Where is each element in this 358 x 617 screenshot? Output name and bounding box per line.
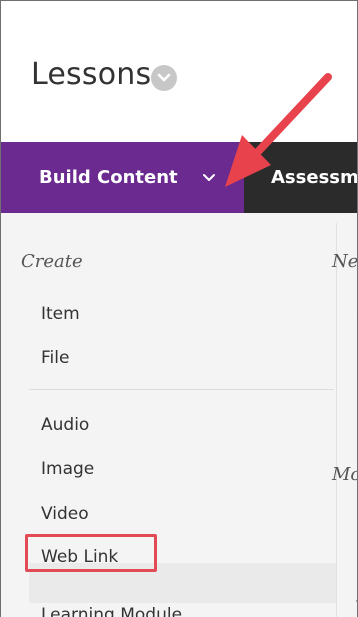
menu-item-image[interactable]: Image <box>41 459 94 479</box>
content-toolbar: Build Content Assessm <box>1 142 357 213</box>
options-chevron-icon[interactable] <box>151 65 177 91</box>
menu-item-learning-module[interactable]: Learning Module <box>41 605 182 617</box>
app-window: Lessons Build Content Assessm Create Ite… <box>0 0 358 617</box>
page-header: Lessons <box>1 1 357 141</box>
build-content-menu: Create Item File Audio Image Video Web L… <box>1 213 358 617</box>
chevron-down-icon <box>203 174 215 181</box>
menu-item-file[interactable]: File <box>41 348 69 368</box>
assessments-button[interactable]: Assessm <box>271 167 357 188</box>
build-content-label: Build Content <box>39 167 178 188</box>
right-column-heading-1: Ne <box>332 251 358 272</box>
right-column-heading-2: Mc <box>332 464 358 485</box>
menu-item-item[interactable]: Item <box>41 304 80 324</box>
create-heading: Create <box>21 251 83 272</box>
page-title: Lessons <box>31 57 152 92</box>
column-divider <box>336 223 337 617</box>
menu-item-audio[interactable]: Audio <box>41 415 89 435</box>
create-column: Create Item File Audio Image Video Web L… <box>1 213 336 617</box>
menu-item-video[interactable]: Video <box>41 504 89 524</box>
web-link-highlight-box <box>25 534 157 572</box>
build-content-button[interactable]: Build Content <box>1 142 244 213</box>
menu-divider <box>29 389 334 390</box>
